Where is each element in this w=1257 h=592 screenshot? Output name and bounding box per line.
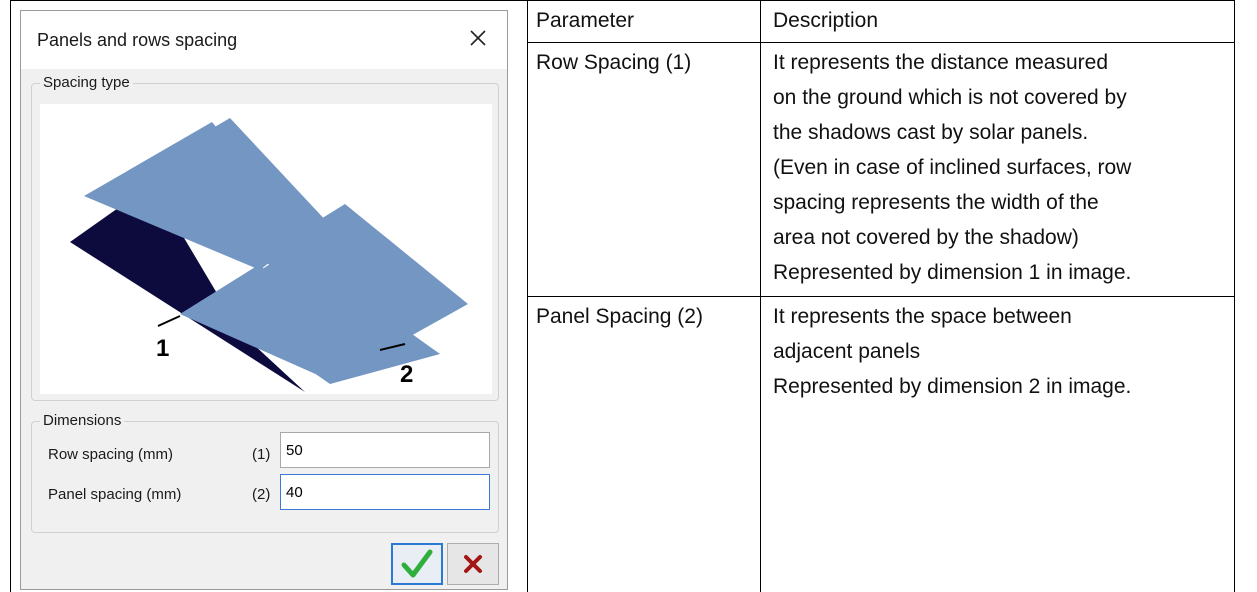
row2-desc-line: Represented by dimension 2 in image.	[773, 375, 1132, 398]
row2-parameter: Panel Spacing (2)	[536, 305, 703, 328]
close-icon[interactable]	[465, 25, 491, 51]
dimension-2-label: 2	[400, 361, 413, 388]
table-border-top	[10, 0, 1235, 1]
row1-desc-line: It represents the distance measured	[773, 51, 1109, 74]
row-spacing-label: Row spacing (mm)	[48, 446, 174, 463]
header-description: Description	[773, 9, 879, 32]
panel-spacing-index: (2)	[252, 486, 271, 503]
check-icon	[401, 549, 433, 578]
x-icon	[464, 555, 482, 573]
spacing-diagram: 1 2	[40, 104, 492, 394]
row1-desc-line: on the ground which is not covered by	[773, 86, 1127, 109]
dimensions-label: Dimensions	[40, 412, 125, 429]
row1-desc-line: Represented by dimension 1 in image.	[773, 261, 1132, 284]
row-spacing-input[interactable]	[280, 432, 490, 468]
table-header-divider	[527, 42, 1235, 43]
panel-spacing-input[interactable]	[280, 474, 490, 510]
dialog-title: Panels and rows spacing	[37, 30, 238, 50]
row-spacing-index: (1)	[252, 446, 271, 463]
row1-desc-line: area not covered by the shadow)	[773, 226, 1079, 249]
table-row-divider	[527, 296, 1235, 297]
header-parameter: Parameter	[536, 9, 635, 32]
row2-desc-line: adjacent panels	[773, 340, 921, 363]
dialog-titlebar: Panels and rows spacing	[21, 11, 507, 69]
cancel-button[interactable]	[447, 543, 499, 585]
row1-desc-line: the shadows cast by solar panels.	[773, 121, 1089, 144]
row2-desc-line: It represents the space between	[773, 305, 1072, 328]
dimension-1-label: 1	[156, 335, 169, 362]
row1-desc-line: (Even in case of inclined surfaces, row	[773, 156, 1132, 179]
dimensions-group: Dimensions Row spacing (mm) (1) Panel sp…	[31, 412, 499, 533]
spacing-dialog: Panels and rows spacing Spacing type 1 2…	[20, 10, 508, 590]
table-border-left	[10, 0, 11, 592]
panel-spacing-label: Panel spacing (mm)	[48, 486, 182, 503]
ok-button[interactable]	[391, 543, 443, 585]
row1-desc-line: spacing represents the width of the	[773, 191, 1099, 214]
spacing-type-label: Spacing type	[40, 74, 133, 91]
dimension-1-marker	[157, 315, 181, 327]
row1-parameter: Row Spacing (1)	[536, 51, 692, 74]
spacing-type-group: Spacing type 1 2	[31, 74, 499, 401]
